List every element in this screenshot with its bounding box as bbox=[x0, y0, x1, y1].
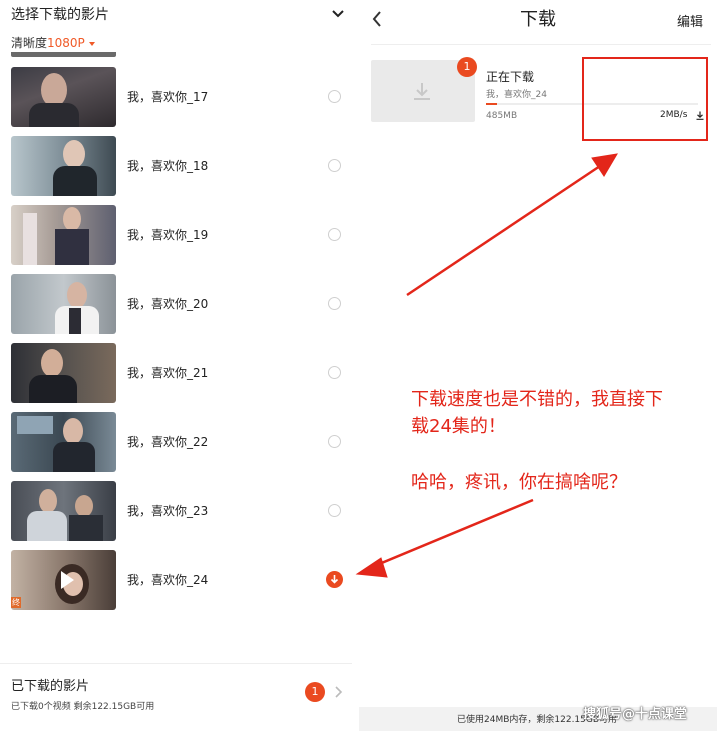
select-radio[interactable] bbox=[328, 90, 341, 103]
select-radio[interactable] bbox=[328, 159, 341, 172]
episode-label: 我，喜欢你_22 bbox=[127, 435, 209, 449]
downloaded-title: 已下载的影片 bbox=[11, 679, 90, 694]
dropdown-arrow-icon bbox=[88, 41, 95, 46]
episode-thumbnail bbox=[11, 343, 116, 403]
episode-label: 我，喜欢你_19 bbox=[127, 228, 209, 242]
quality-selector[interactable]: 清晰度1080P bbox=[11, 34, 95, 52]
download-count-badge: 1 bbox=[457, 57, 477, 77]
download-placeholder-icon bbox=[414, 83, 430, 100]
episode-label: 我，喜欢你_20 bbox=[127, 297, 209, 311]
panel-divider bbox=[352, 0, 359, 731]
selection-header: 选择下载的影片 bbox=[11, 4, 351, 26]
episode-row[interactable]: 我，喜欢你_17 bbox=[0, 67, 352, 127]
edit-button[interactable]: 编辑 bbox=[677, 11, 703, 30]
select-radio[interactable] bbox=[328, 297, 341, 310]
download-count-badge: 1 bbox=[305, 682, 325, 702]
episode-label: 我，喜欢你_21 bbox=[127, 366, 209, 380]
previous-episode-thumbnail-edge bbox=[11, 52, 116, 57]
episode-label: 我，喜欢你_18 bbox=[127, 159, 209, 173]
episode-label: 我，喜欢你_23 bbox=[127, 504, 209, 518]
annotation-line-2: 载24集的！ bbox=[411, 416, 506, 437]
episode-thumbnail bbox=[11, 274, 116, 334]
episode-thumbnail bbox=[11, 481, 116, 541]
episode-row[interactable]: 我，喜欢你_23 bbox=[0, 481, 352, 541]
episode-thumbnail: 终 bbox=[11, 550, 116, 610]
episode-row[interactable]: 我，喜欢你_22 bbox=[0, 412, 352, 472]
downloading-indicator[interactable] bbox=[326, 571, 343, 588]
page-title: 下载 bbox=[520, 9, 556, 30]
watermark: 搜狐号@十点课堂 bbox=[583, 707, 688, 722]
episode-row[interactable]: 我，喜欢你_19 bbox=[0, 205, 352, 265]
episode-label: 我，喜欢你_17 bbox=[127, 90, 209, 104]
play-icon[interactable] bbox=[61, 571, 74, 589]
episode-row[interactable]: 终 我，喜欢你_24 bbox=[0, 550, 352, 610]
select-radio[interactable] bbox=[328, 228, 341, 241]
episode-label: 我，喜欢你_24 bbox=[127, 573, 209, 587]
episode-row[interactable]: 我，喜欢你_18 bbox=[0, 136, 352, 196]
episode-thumbnail bbox=[11, 205, 116, 265]
download-progress-fill bbox=[486, 103, 497, 105]
episode-row[interactable]: 我，喜欢你_20 bbox=[0, 274, 352, 334]
select-radio[interactable] bbox=[328, 435, 341, 448]
download-item-name: 我，喜欢你_24 bbox=[486, 90, 547, 100]
episode-thumbnail bbox=[11, 67, 116, 127]
annotation-line-1: 下载速度也是不错的，我直接下 bbox=[411, 389, 663, 410]
episode-thumbnail bbox=[11, 412, 116, 472]
quality-value: 1080P bbox=[47, 36, 85, 50]
finale-badge: 终 bbox=[11, 597, 21, 608]
download-status: 正在下载 bbox=[486, 70, 535, 84]
chevron-right-icon bbox=[335, 686, 343, 698]
select-radio[interactable] bbox=[328, 366, 341, 379]
episode-thumbnail bbox=[11, 136, 116, 196]
download-file-size: 485MB bbox=[486, 111, 518, 121]
quality-label: 清晰度 bbox=[11, 36, 48, 50]
select-radio[interactable] bbox=[328, 504, 341, 517]
highlight-box bbox=[582, 57, 708, 141]
downloaded-videos-entry[interactable]: 已下载的影片 已下载0个视频 剩余122.15GB可用 1 bbox=[0, 663, 352, 732]
downloaded-storage-info: 已下载0个视频 剩余122.15GB可用 bbox=[11, 702, 155, 712]
download-arrow-icon bbox=[330, 575, 339, 584]
header-divider bbox=[371, 44, 711, 45]
annotation-line-3: 哈哈，疼讯，你在搞啥呢？ bbox=[411, 472, 627, 493]
episode-row[interactable]: 我，喜欢你_21 bbox=[0, 343, 352, 403]
chevron-down-icon[interactable] bbox=[331, 7, 345, 21]
selection-title: 选择下载的影片 bbox=[11, 7, 109, 23]
episode-selection-panel: 选择下载的影片 清晰度1080P 我，喜欢你_17 我，喜欢你_18 我，喜欢你… bbox=[0, 0, 352, 731]
